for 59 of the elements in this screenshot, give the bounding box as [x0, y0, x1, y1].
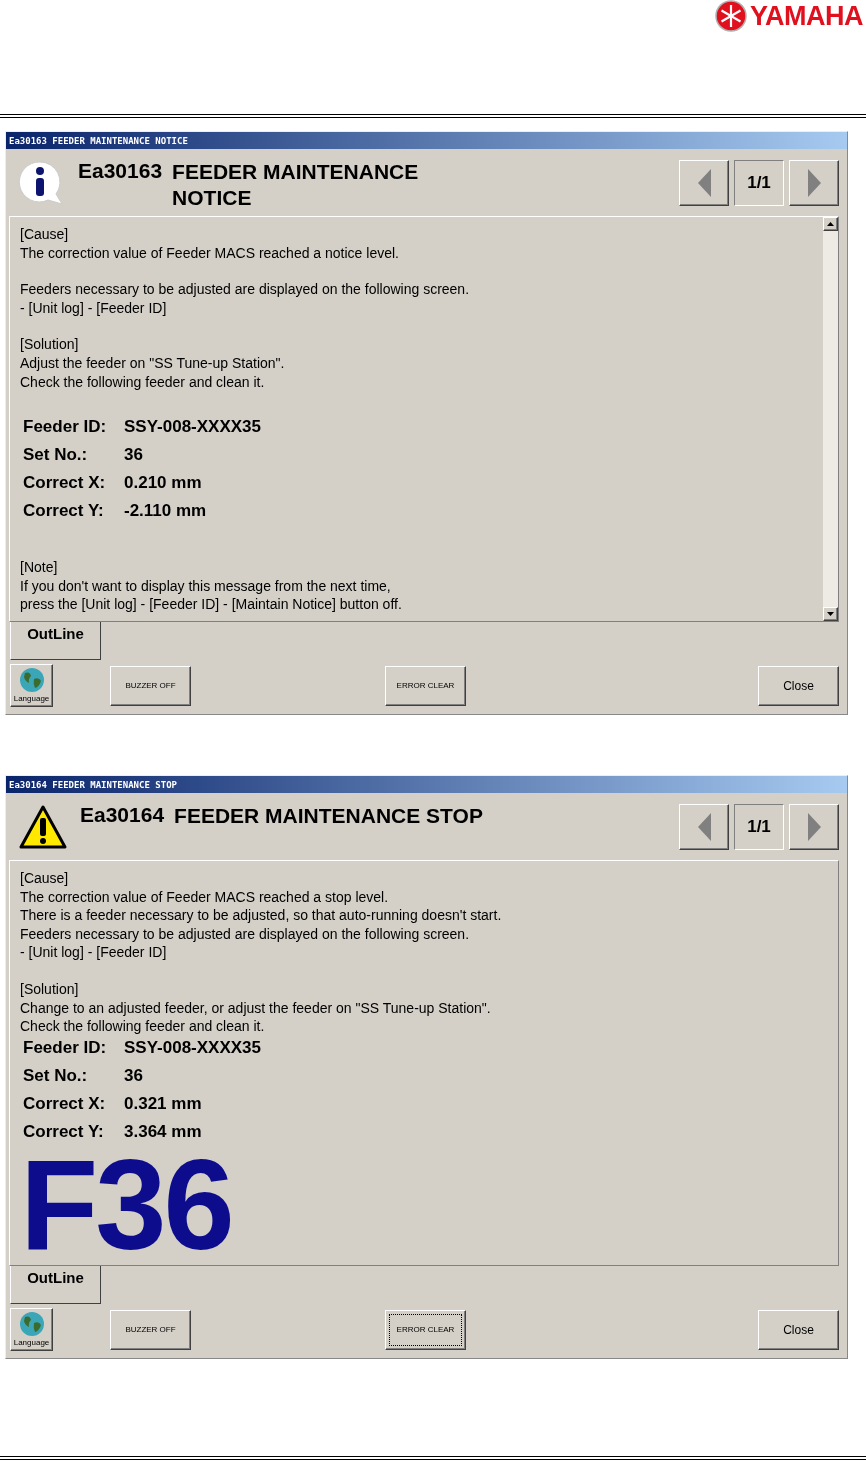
- detail-value: 36: [124, 444, 144, 467]
- message-text: [Solution] Change to an adjusted feeder, or adjust the feeder on "SS Tune-up Station". Check the following feeder and clean it.: [20, 979, 492, 1036]
- globe-icon: [18, 1311, 45, 1337]
- action-button[interactable]: BUZZER OFF: [110, 1309, 191, 1350]
- detail-value: SSY-008-XXXX35: [124, 416, 262, 439]
- left-triangle-icon: [697, 168, 711, 197]
- language-button[interactable]: Language: [10, 664, 53, 707]
- scrollbar[interactable]: [822, 217, 838, 621]
- detail-value: SSY-008-XXXX35: [124, 1036, 262, 1059]
- window-title: Ea30164 FEEDER MAINTENANCE STOP: [9, 779, 177, 790]
- right-triangle-icon: [807, 812, 821, 841]
- language-button[interactable]: Language: [10, 1308, 53, 1351]
- outline-tab[interactable]: OutLine: [10, 1266, 101, 1304]
- error-code: Ea30164: [80, 803, 165, 827]
- detail-label: Set No.:: [23, 1064, 89, 1087]
- detail-label: Set No.:: [23, 444, 89, 467]
- previous-button[interactable]: [679, 159, 729, 206]
- action-button[interactable]: ERROR CLEAR: [385, 665, 466, 706]
- message-text: [Cause] The correction value of Feeder MACS reached a stop level. There is a feeder necessary to be adjusted, so that auto-running doesn't start. Feeders necessary to be adjusted are displayed on the following screen. - [Unit log] - [Feeder ID]: [20, 869, 503, 962]
- action-button[interactable]: Close: [758, 1309, 839, 1350]
- action-button[interactable]: Close: [758, 665, 839, 706]
- next-button[interactable]: [789, 159, 839, 206]
- detail-value: 36: [124, 1064, 144, 1087]
- detail-value: 0.210 mm: [124, 472, 203, 495]
- next-button[interactable]: [789, 803, 839, 850]
- tuning-fork-emblem-icon: [715, 0, 747, 32]
- message-text: Feeders necessary to be adjusted are displayed on the following screen. - [Unit log] - [Feeder ID]: [20, 280, 471, 318]
- detail-label: Correct Y:: [23, 500, 105, 523]
- detail-label: Correct X:: [23, 1092, 107, 1115]
- detail-value: 0.321 mm: [124, 1092, 203, 1115]
- error-heading: FEEDER MAINTENANCE NOTICE: [172, 159, 420, 211]
- down-triangle-icon: [827, 612, 834, 616]
- message-text: [Note] If you don't want to display this message from the next time, press the [Unit log] - [Feeder ID] - [Maintain Notice] button off.: [20, 558, 403, 614]
- detail-label: Feeder ID:: [23, 416, 108, 439]
- page-counter: 1/1: [734, 803, 784, 850]
- scroll-up-button[interactable]: [823, 217, 838, 231]
- warning-icon: [18, 803, 68, 850]
- detail-label: Feeder ID:: [23, 1036, 108, 1059]
- page-counter: 1/1: [734, 159, 784, 206]
- feeder-number: F36: [20, 1154, 233, 1255]
- error-heading: FEEDER MAINTENANCE STOP: [174, 803, 484, 829]
- error-code: Ea30163: [78, 159, 163, 183]
- message-text: [Solution] Adjust the feeder on "SS Tune-up Station". Check the following feeder and clean it.: [20, 335, 286, 392]
- action-button[interactable]: ERROR CLEAR: [385, 1309, 466, 1350]
- detail-value: 3.364 mm: [124, 1120, 203, 1143]
- previous-button[interactable]: [679, 803, 729, 850]
- scroll-down-button[interactable]: [823, 607, 838, 621]
- window-title: Ea30163 FEEDER MAINTENANCE NOTICE: [9, 135, 188, 146]
- message-text: [Cause] The correction value of Feeder MACS reached a notice level.: [20, 225, 400, 263]
- left-triangle-icon: [697, 812, 711, 841]
- detail-label: Correct Y:: [23, 1120, 105, 1143]
- detail-label: Correct X:: [23, 472, 107, 495]
- outline-tab[interactable]: OutLine: [10, 622, 101, 660]
- detail-value: -2.110 mm: [124, 500, 208, 523]
- brand-logo: YAMAHA: [750, 0, 863, 32]
- globe-icon: [18, 667, 45, 693]
- right-triangle-icon: [807, 168, 821, 197]
- action-button[interactable]: BUZZER OFF: [110, 665, 191, 706]
- up-triangle-icon: [827, 222, 834, 226]
